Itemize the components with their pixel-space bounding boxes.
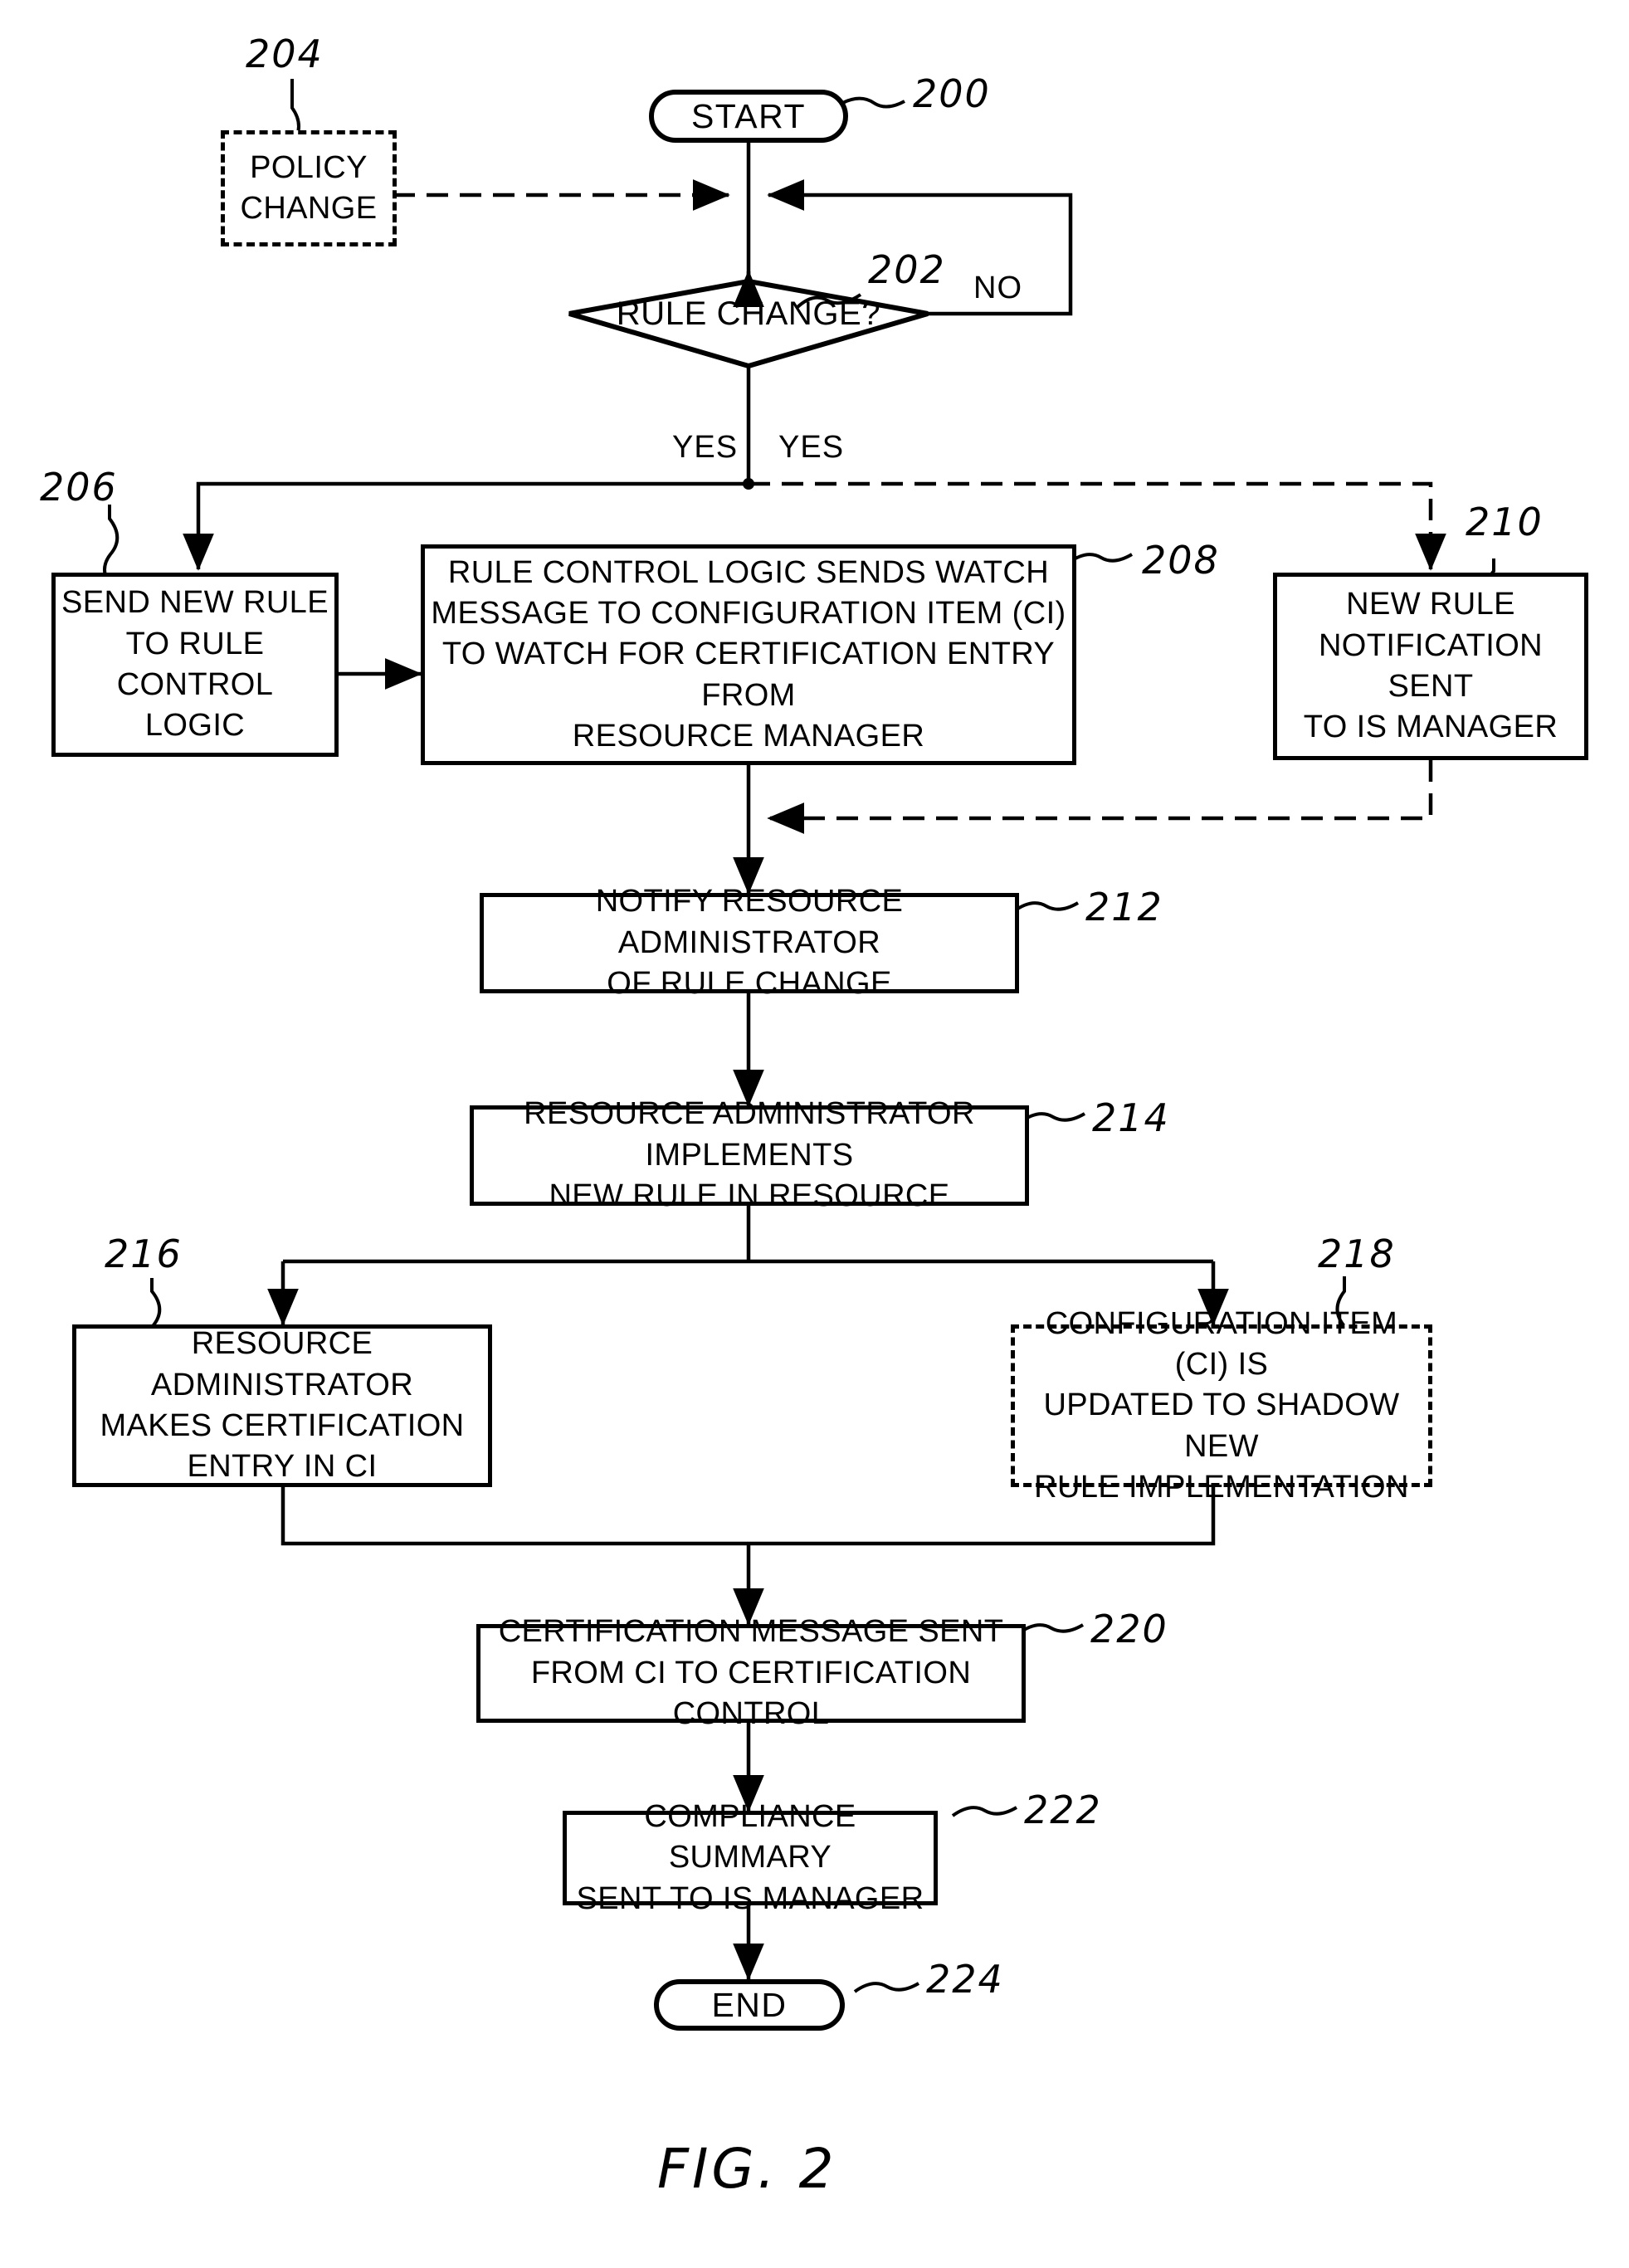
node-rule-control-logic-sends-watch-message[interactable]: RULE CONTROL LOGIC SENDS WATCH MESSAGE T… <box>421 544 1076 765</box>
edge-label-no: NO <box>973 271 1022 305</box>
ref-222: 222 <box>1024 1788 1102 1832</box>
ref-202: 202 <box>868 247 946 292</box>
node-certification-message-sent-from-ci[interactable]: CERTIFICATION MESSAGE SENT FROM CI TO CE… <box>476 1614 1026 1731</box>
leader-200 <box>836 96 905 109</box>
ref-212: 212 <box>1085 885 1163 929</box>
leader-222 <box>951 1806 1018 1817</box>
leader-214 <box>1019 1112 1086 1124</box>
edge-210-to-main-line <box>767 760 1433 834</box>
ref-204: 204 <box>246 32 324 76</box>
leader-212 <box>1012 901 1080 913</box>
leader-220 <box>1017 1623 1085 1635</box>
node-notify-resource-administrator[interactable]: NOTIFY RESOURCE ADMINISTRATOR OF RULE CH… <box>480 884 1019 1001</box>
node-end[interactable]: END <box>654 1979 845 2031</box>
ref-214: 214 <box>1092 1095 1170 1140</box>
node-start[interactable]: START <box>649 90 848 143</box>
node-new-rule-notification-sent-to-is-manager[interactable]: NEW RULE NOTIFICATION SENT TO IS MANAGER <box>1273 573 1588 760</box>
ref-200: 200 <box>913 71 991 116</box>
ref-208: 208 <box>1142 538 1220 583</box>
ref-224: 224 <box>926 1957 1004 2002</box>
node-decision-rule-change-label: RULE CHANGE? <box>616 295 881 332</box>
ref-216: 216 <box>105 1232 183 1276</box>
ref-206: 206 <box>40 465 118 510</box>
node-configuration-item-updated-to-shadow[interactable]: CONFIGURATION ITEM (CI) IS UPDATED TO SH… <box>1011 1306 1432 1505</box>
edge-label-yes-right: YES <box>778 430 845 465</box>
ref-220: 220 <box>1090 1607 1168 1651</box>
leader-208 <box>1067 553 1134 564</box>
node-send-new-rule-to-rule-control-logic[interactable]: SEND NEW RULE TO RULE CONTROL LOGIC <box>51 573 339 757</box>
patent-figure-page: POLICY CHANGE 204 START 200 RULE CHANGE?… <box>0 0 1629 2268</box>
node-resource-administrator-implements-new-rule[interactable]: RESOURCE ADMINISTRATOR IMPLEMENTS NEW RU… <box>470 1096 1029 1213</box>
figure-caption: FIG. 2 <box>657 2137 837 2201</box>
node-policy-change[interactable]: POLICY CHANGE <box>221 130 397 246</box>
node-compliance-summary-sent-to-is-manager[interactable]: COMPLIANCE SUMMARY SENT TO IS MANAGER <box>563 1799 938 1916</box>
leader-224 <box>853 1982 920 1993</box>
edge-label-yes-left: YES <box>672 430 739 465</box>
ref-218: 218 <box>1318 1232 1396 1276</box>
ref-210: 210 <box>1466 500 1544 544</box>
node-resource-administrator-makes-certification-entry[interactable]: RESOURCE ADMINISTRATOR MAKES CERTIFICATI… <box>72 1324 492 1487</box>
